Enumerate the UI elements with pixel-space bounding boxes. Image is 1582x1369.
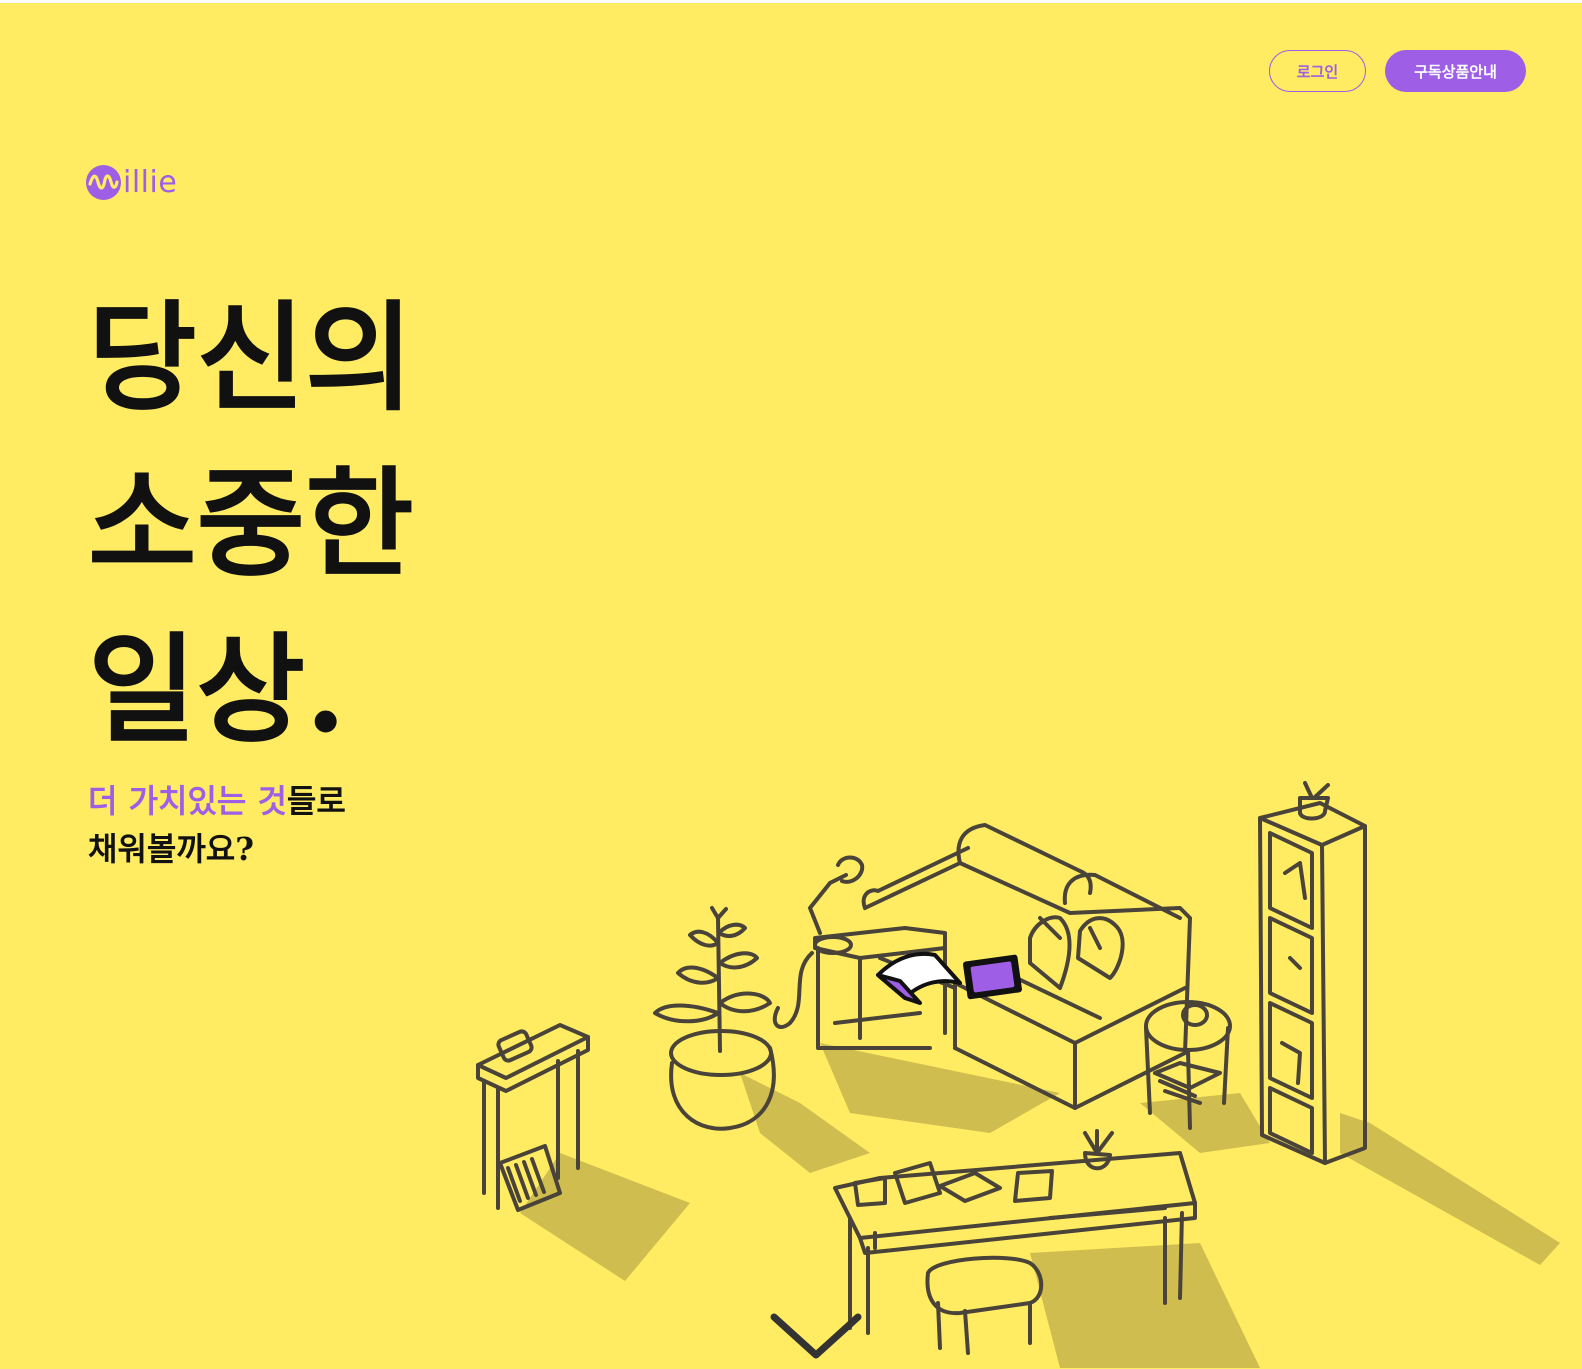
subline-line-2: 채워볼까요? bbox=[88, 830, 254, 868]
stool bbox=[925, 1255, 1044, 1355]
hero-subline: 더 가치있는 것들로 채워볼까요? bbox=[88, 777, 346, 873]
top-navigation: 로그인 구독상품안내 bbox=[1269, 50, 1526, 92]
login-button[interactable]: 로그인 bbox=[1269, 50, 1366, 92]
wave-logo-icon bbox=[86, 165, 121, 200]
hero-headline: 당신의 소중한 일상. bbox=[88, 275, 414, 773]
isometric-living-room-illustration bbox=[476, 781, 1560, 1368]
hero-section: 로그인 구독상품안내 illie 당신의 소중한 일상. 더 가치있는 것들로 … bbox=[0, 3, 1582, 1369]
headline-line-3: 일상. bbox=[88, 620, 347, 759]
tablet-device bbox=[963, 954, 1022, 1000]
headline-line-1: 당신의 bbox=[88, 288, 414, 427]
chevron-down-icon[interactable] bbox=[770, 1313, 862, 1361]
page: 로그인 구독상품안내 illie 당신의 소중한 일상. 더 가치있는 것들로 … bbox=[0, 0, 1582, 1369]
headline-line-2: 소중한 bbox=[88, 454, 414, 593]
logo-wordmark: illie bbox=[123, 165, 178, 200]
side-table-with-devices bbox=[813, 926, 947, 1050]
subscription-plans-button[interactable]: 구독상품안내 bbox=[1385, 50, 1526, 92]
willie-logo[interactable]: illie bbox=[86, 165, 177, 200]
subline-line-1: 더 가치있는 것들로 bbox=[88, 777, 346, 825]
bookshelf bbox=[1258, 781, 1367, 1165]
subline-rest: 들로 bbox=[286, 782, 346, 820]
subline-highlight: 더 가치있는 것 bbox=[88, 782, 287, 820]
